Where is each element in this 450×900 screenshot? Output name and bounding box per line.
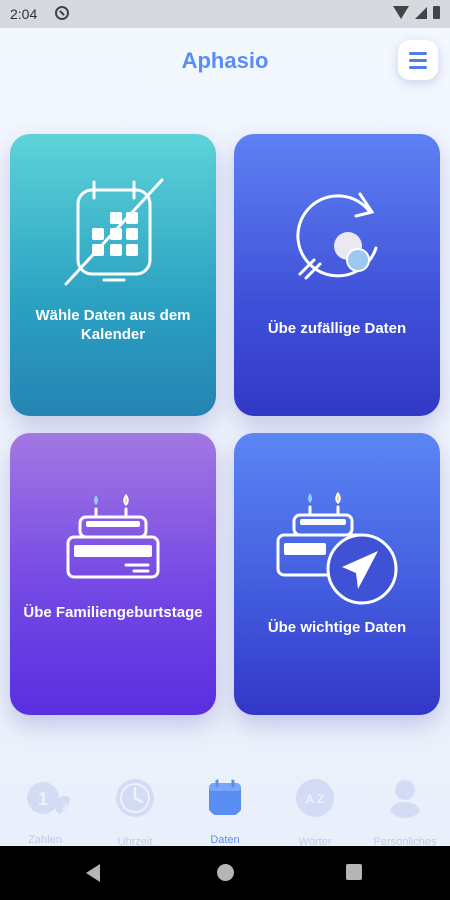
card-label: Übe Familiengeburtstage [23,604,203,621]
card-label: Übe zufällige Daten [267,320,407,337]
system-navigation-bar [0,846,450,900]
home-icon[interactable] [217,864,234,881]
nav-item-woerter[interactable]: A Z Wörter [270,768,360,848]
random-cycle-icon [296,192,378,280]
nav-item-uhrzeit[interactable]: Uhrzeit [90,768,180,848]
nav-label: Daten [210,834,240,846]
back-icon[interactable] [86,864,100,882]
svg-text:2: 2 [62,802,67,812]
person-icon [389,780,421,818]
nav-label: Zahlen [28,834,62,846]
status-bar: 2:04 [0,0,450,28]
svg-text:A Z: A Z [306,792,325,806]
cake-navigation-icon [276,492,398,605]
numbers-icon: 1 2 [27,782,70,816]
bottom-navigation: 1 2 Zahlen Uhrzeit Daten A Z Wörter Pers… [0,768,450,864]
hamburger-icon [409,52,427,55]
nav-item-persoenliches[interactable]: Persönliches [360,768,450,848]
wifi-icon [393,6,409,19]
card-important-dates[interactable]: Übe wichtige Daten [234,433,440,715]
calendar-icon [209,778,241,815]
menu-button[interactable] [398,40,438,80]
card-calendar-dates[interactable]: Wähle Daten aus dem Kalender [10,134,216,416]
app-screen: Aphasio Wähle Daten aus dem Kalender Übe… [0,28,450,864]
do-not-disturb-icon [55,6,69,20]
nav-item-daten[interactable]: Daten [180,768,270,846]
birthday-cake-icon [66,494,160,579]
calendar-grid-icon [64,178,164,286]
status-time: 2:04 [10,6,38,22]
clock-icon [116,779,154,817]
card-label: Übe wichtige Daten [267,619,407,636]
az-words-icon: A Z [296,779,334,817]
svg-text:1: 1 [38,789,48,809]
app-title: Aphasio [181,48,269,73]
recent-apps-icon[interactable] [346,864,362,880]
nav-item-zahlen[interactable]: 1 2 Zahlen [0,768,90,846]
card-family-birthdays[interactable]: Übe Familiengeburtstage [10,433,216,715]
battery-icon [433,6,440,19]
card-random-dates[interactable]: Übe zufällige Daten [234,134,440,416]
signal-icon [415,6,427,19]
card-label: Wähle Daten aus dem Kalender [35,307,191,343]
